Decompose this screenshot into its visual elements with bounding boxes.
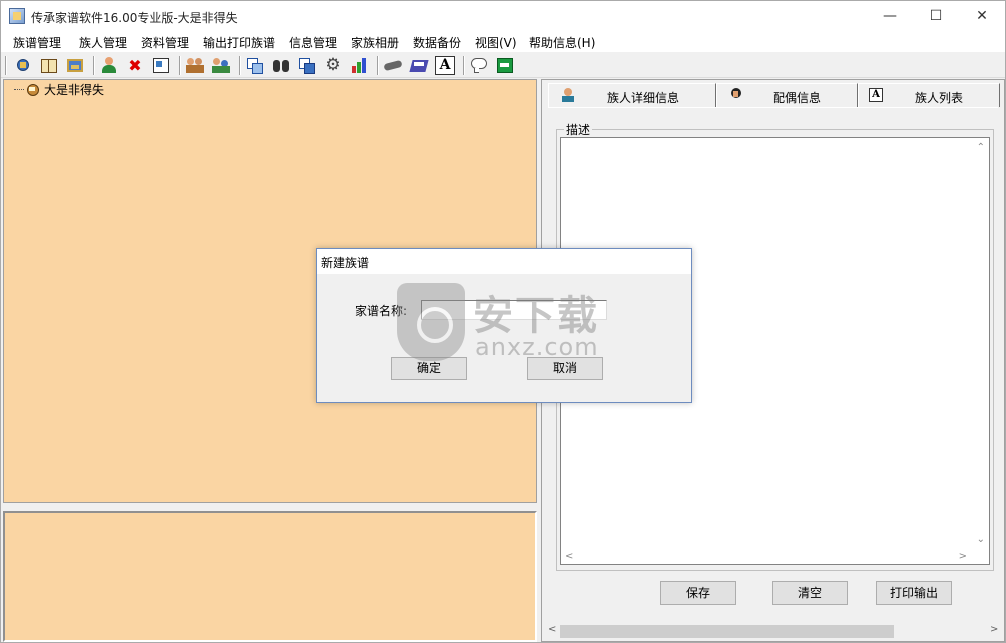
menu-help[interactable]: 帮助信息(H)	[529, 34, 595, 51]
dialog-title-bar: 新建族谱	[317, 249, 691, 274]
card-icon[interactable]	[151, 56, 171, 75]
toolbar-separator	[463, 56, 465, 75]
list-icon: A	[869, 88, 883, 102]
user-add-icon[interactable]	[99, 56, 119, 75]
tree-connector	[14, 89, 24, 90]
print-output-button[interactable]: 打印输出	[876, 581, 952, 605]
maximize-button[interactable]: ☐	[913, 1, 959, 31]
menu-members[interactable]: 族人管理	[79, 34, 127, 51]
ok-button[interactable]: 确定	[391, 357, 467, 380]
bar-chart-icon[interactable]	[349, 56, 369, 75]
print-book-icon[interactable]	[409, 56, 429, 75]
toolbar-separator	[179, 56, 181, 75]
genealogy-name-input[interactable]	[421, 300, 607, 320]
scrollbar-thumb[interactable]	[560, 625, 894, 638]
scroll-left-icon[interactable]: <	[548, 624, 556, 635]
menu-backup[interactable]: 数据备份	[413, 34, 461, 51]
family-root-icon	[24, 82, 40, 97]
scroll-left-arrow[interactable]: <	[565, 551, 573, 562]
title-bar: 传承家谱软件16.00专业版-大是非得失 — ☐ ✕	[1, 1, 1005, 31]
genealogy-name-label: 家谱名称:	[355, 304, 408, 318]
menu-bar: 族谱管理 族人管理 资料管理 输出打印族谱 信息管理 家族相册 数据备份 视图(…	[1, 31, 1005, 52]
open-book-icon[interactable]	[13, 56, 33, 75]
menu-records[interactable]: 资料管理	[141, 34, 189, 51]
toolbar: ✖ ⚙ A	[1, 53, 1005, 78]
tab-spouse-info-label: 配偶信息	[773, 91, 822, 105]
menu-genealogy[interactable]: 族谱管理	[13, 34, 61, 51]
clear-button[interactable]: 清空	[772, 581, 848, 605]
scroll-right-arrow[interactable]: >	[959, 551, 967, 562]
gear-icon[interactable]: ⚙	[323, 56, 343, 75]
picture-frame-icon[interactable]	[65, 56, 85, 75]
save-button[interactable]: 保存	[660, 581, 736, 605]
menu-album[interactable]: 家族相册	[351, 34, 399, 51]
minimize-button[interactable]: —	[867, 1, 913, 31]
copy-icon[interactable]	[297, 56, 317, 75]
menu-view[interactable]: 视图(V)	[475, 34, 517, 51]
close-button[interactable]: ✕	[959, 1, 1005, 31]
tab-member-details-label: 族人详细信息	[607, 91, 680, 105]
users-edit-icon[interactable]	[211, 56, 231, 75]
app-icon	[9, 8, 25, 24]
tab-strip-line	[548, 107, 998, 108]
menu-print[interactable]: 输出打印族谱	[203, 34, 275, 51]
new-genealogy-dialog: 新建族谱 家谱名称: 确定 取消	[316, 248, 692, 403]
users-icon[interactable]	[185, 56, 205, 75]
tab-spouse-info[interactable]: 配偶信息	[716, 83, 858, 107]
font-icon[interactable]: A	[435, 56, 455, 75]
scroll-right-icon[interactable]: >	[990, 624, 998, 635]
scroll-up-arrow[interactable]: ⌃	[977, 142, 985, 153]
toolbar-separator	[239, 56, 241, 75]
book-icon[interactable]	[39, 56, 59, 75]
dialog-title: 新建族谱	[321, 256, 370, 270]
person-icon	[561, 88, 575, 102]
binoculars-icon[interactable]	[271, 56, 291, 75]
menu-info[interactable]: 信息管理	[289, 34, 337, 51]
app-window: 传承家谱软件16.00专业版-大是非得失 — ☐ ✕ 族谱管理 族人管理 资料管…	[0, 0, 1006, 643]
comment-icon[interactable]	[469, 56, 489, 75]
window-title: 传承家谱软件16.00专业版-大是非得失	[31, 11, 238, 25]
panel-splitter[interactable]	[3, 504, 537, 511]
tab-member-details[interactable]: 族人详细信息	[548, 83, 716, 107]
tab-member-list[interactable]: A 族人列表	[858, 83, 1000, 107]
handshake-icon[interactable]	[383, 56, 403, 75]
spouse-icon	[729, 88, 743, 102]
window-icon[interactable]	[245, 56, 265, 75]
tab-member-list-label: 族人列表	[915, 91, 964, 105]
toolbar-separator	[377, 56, 379, 75]
scroll-down-arrow[interactable]: ⌄	[977, 534, 985, 545]
description-group-title: 描述	[564, 121, 593, 138]
exit-icon[interactable]	[495, 56, 515, 75]
delete-icon[interactable]: ✖	[125, 56, 145, 75]
horizontal-scrollbar[interactable]: < >	[544, 623, 1002, 640]
toolbar-separator	[93, 56, 95, 75]
toolbar-separator	[5, 56, 7, 75]
cancel-button[interactable]: 取消	[527, 357, 603, 380]
bottom-info-panel	[3, 511, 537, 642]
tree-root-node[interactable]: 大是非得失	[44, 81, 104, 98]
